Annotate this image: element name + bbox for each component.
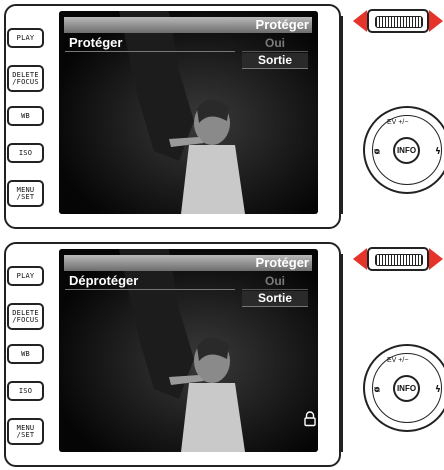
thumb-wheel[interactable] <box>353 6 443 36</box>
selector-pad[interactable]: EV +/− ᴓ ϟ INFO <box>363 330 444 450</box>
camera-panel-1: PLAY DELETE /FOCUS WB ISO MENU /SET Prot… <box>0 0 444 232</box>
flash-icon: ϟ <box>435 385 441 395</box>
dial-icon <box>367 9 429 33</box>
menu-set-button[interactable]: MENU /SET <box>7 180 44 207</box>
arrow-right-icon <box>429 10 443 32</box>
iso-button[interactable]: ISO <box>7 143 44 163</box>
ev-label: EV +/− <box>387 357 409 364</box>
menu-title-bar: Protéger <box>64 255 312 271</box>
option-sortie[interactable]: Sortie <box>242 53 308 69</box>
thumb-wheel[interactable] <box>353 244 443 274</box>
flash-icon: ϟ <box>435 147 441 157</box>
wb-button[interactable]: WB <box>7 106 44 126</box>
arrow-left-icon <box>353 248 367 270</box>
arrow-right-icon <box>429 248 443 270</box>
menu-item-label[interactable]: Déprotéger <box>69 273 138 288</box>
menu-title: Protéger <box>255 255 309 270</box>
arrow-left-icon <box>353 10 367 32</box>
menu-set-button[interactable]: MENU /SET <box>7 418 44 445</box>
lcd-screen: Protéger Déprotéger Oui Sortie <box>59 249 318 452</box>
play-button[interactable]: PLAY <box>7 28 44 48</box>
self-timer-icon: ᴓ <box>374 147 380 157</box>
body-edge <box>341 16 343 214</box>
lock-icon <box>304 411 316 427</box>
option-oui[interactable]: Oui <box>242 274 308 290</box>
menu-divider <box>65 51 235 52</box>
body-edge <box>341 254 343 452</box>
play-button[interactable]: PLAY <box>7 266 44 286</box>
lcd-screen: Protéger Protéger Oui Sortie <box>59 11 318 214</box>
delete-focus-button[interactable]: DELETE /FOCUS <box>7 65 44 92</box>
menu-divider <box>65 289 235 290</box>
menu-title: Protéger <box>255 17 309 32</box>
iso-button[interactable]: ISO <box>7 381 44 401</box>
ev-label: EV +/− <box>387 119 409 126</box>
info-button[interactable]: INFO <box>393 375 420 402</box>
delete-focus-button[interactable]: DELETE /FOCUS <box>7 303 44 330</box>
self-timer-icon: ᴓ <box>374 385 380 395</box>
selector-pad[interactable]: EV +/− ᴓ ϟ INFO <box>363 92 444 212</box>
option-oui[interactable]: Oui <box>242 36 308 52</box>
info-button[interactable]: INFO <box>393 137 420 164</box>
option-sortie[interactable]: Sortie <box>242 291 308 307</box>
menu-item-label[interactable]: Protéger <box>69 35 122 50</box>
wb-button[interactable]: WB <box>7 344 44 364</box>
camera-panel-2: PLAY DELETE /FOCUS WB ISO MENU /SET Prot… <box>0 238 444 470</box>
menu-title-bar: Protéger <box>64 17 312 33</box>
dial-icon <box>367 247 429 271</box>
